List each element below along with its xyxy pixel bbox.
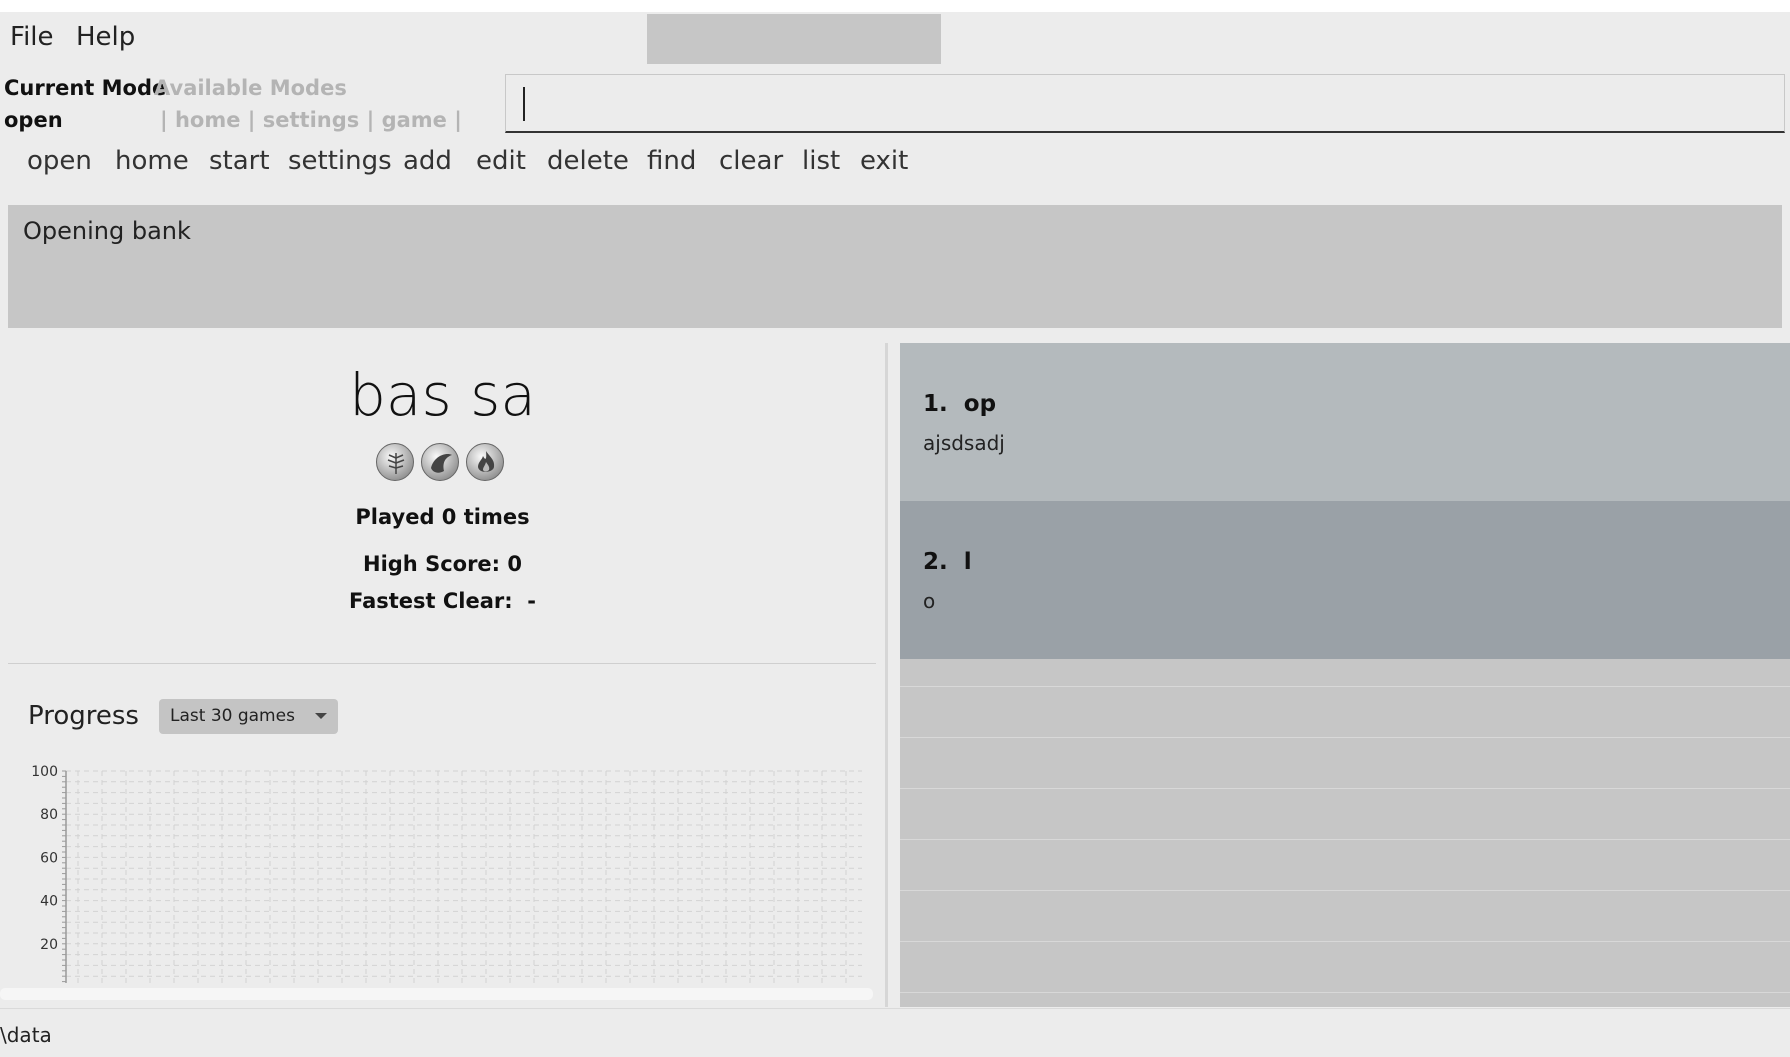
title-bar: [0, 0, 1790, 12]
list-item-meaning: ajsdsadj: [923, 431, 1005, 455]
panel-divider: [885, 343, 888, 1007]
result-display: Opening bank: [8, 205, 1782, 328]
difficulty-icons: [376, 443, 516, 483]
list-item-title: 1. op: [923, 391, 997, 417]
result-text: Opening bank: [23, 217, 191, 245]
list-separator: [900, 839, 1790, 840]
y-tick-label: 100: [31, 764, 58, 780]
list-item-meaning: o: [923, 589, 936, 613]
command-find[interactable]: find: [647, 146, 696, 176]
played-count: Played 0 times: [355, 505, 530, 529]
progress-chart: 100 80 60 40 20: [31, 764, 862, 983]
command-settings[interactable]: settings: [288, 146, 392, 176]
list-separator: [900, 941, 1790, 942]
mode-panel: Current Mode Available Modes open | home…: [0, 72, 500, 142]
command-add[interactable]: add: [403, 146, 452, 176]
leaf-icon: [376, 443, 414, 481]
list-item-title: 2. l: [923, 549, 972, 575]
menu-help[interactable]: Help: [76, 22, 135, 52]
y-tick-label: 20: [40, 937, 58, 953]
command-box: [505, 74, 1785, 133]
bank-detail-panel: bas sa Played 0 times High Score: 0 Fast…: [0, 343, 885, 1007]
command-delete[interactable]: delete: [547, 146, 629, 176]
command-input[interactable]: [506, 75, 1784, 131]
command-bar: open home start settings add edit delete…: [0, 144, 1790, 188]
status-path: \data: [0, 1023, 52, 1047]
fastest-clear: Fastest Clear: -: [348, 589, 537, 613]
list-separator: [900, 788, 1790, 789]
games-range-dropdown[interactable]: Last 30 games: [159, 699, 338, 734]
list-separator: [900, 737, 1790, 738]
text-caret: [523, 87, 525, 121]
bank-title: bas sa: [349, 361, 536, 429]
y-tick-label: 40: [40, 894, 58, 910]
status-bar: \data: [0, 1008, 1790, 1057]
list-item[interactable]: 1. op ajsdsadj: [900, 343, 1790, 501]
list-separator: [900, 992, 1790, 993]
command-edit[interactable]: edit: [476, 146, 526, 176]
list-separator: [900, 686, 1790, 687]
menu-bar: File Help: [0, 12, 1790, 64]
command-start[interactable]: start: [209, 146, 270, 176]
current-mode-label: Current Mode: [4, 76, 167, 100]
command-exit[interactable]: exit: [860, 146, 908, 176]
progress-label: Progress: [28, 701, 139, 731]
list-separator: [900, 890, 1790, 891]
list-item[interactable]: 2. l o: [900, 501, 1790, 659]
command-home[interactable]: home: [115, 146, 189, 176]
command-open[interactable]: open: [27, 146, 92, 176]
separator: [8, 663, 876, 664]
y-tick-label: 60: [40, 850, 58, 866]
water-icon: [421, 443, 459, 481]
menu-file[interactable]: File: [10, 22, 54, 52]
command-list[interactable]: list: [802, 146, 840, 176]
menu-placeholder-box: [647, 14, 941, 64]
high-score: High Score: 0: [363, 552, 522, 576]
command-clear[interactable]: clear: [719, 146, 783, 176]
y-tick-label: 80: [40, 807, 58, 823]
word-list-panel: 1. op ajsdsadj 2. l o: [900, 343, 1790, 1007]
fire-icon: [466, 443, 504, 481]
available-modes-value: | home | settings | game |: [160, 108, 462, 132]
available-modes-label: Available Modes: [154, 76, 347, 100]
dropdown-selected: Last 30 games: [170, 706, 295, 726]
horizontal-scrollbar[interactable]: [0, 988, 873, 1000]
chevron-down-icon: [315, 713, 327, 719]
current-mode-value: open: [4, 108, 63, 132]
